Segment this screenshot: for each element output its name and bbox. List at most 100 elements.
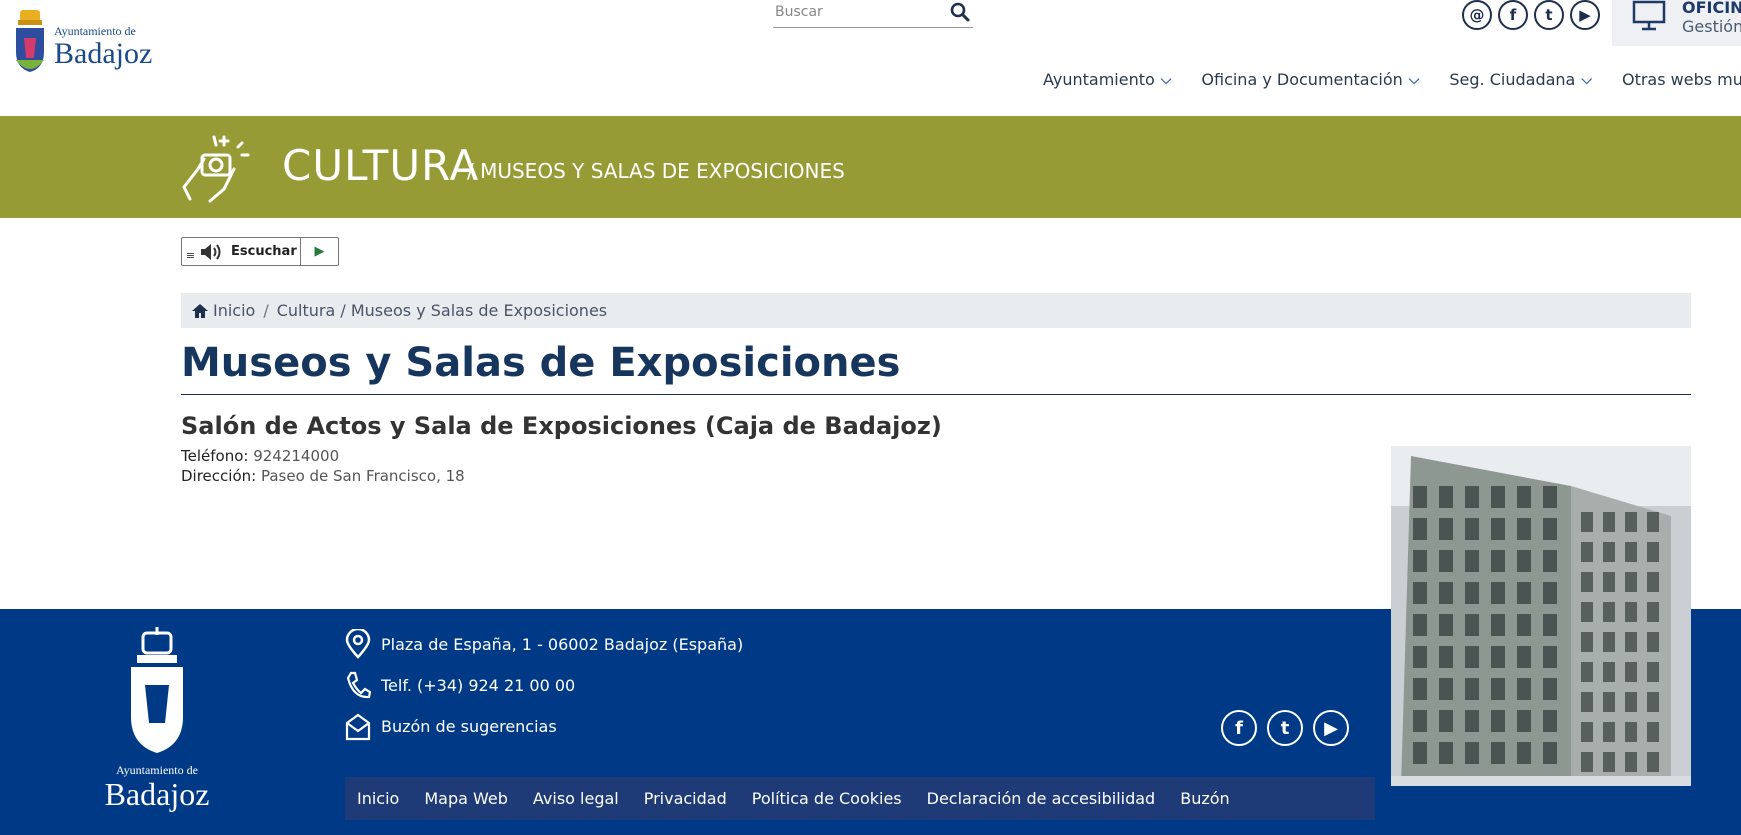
venue-title: Salón de Actos y Sala de Exposiciones (C… <box>181 412 942 440</box>
search-input[interactable] <box>773 0 943 24</box>
youtube-icon[interactable]: ▶ <box>1570 0 1600 30</box>
main-nav: Ayuntamiento ⌵ Oficina y Documentación ⌵… <box>1043 70 1741 89</box>
page-title: Museos y Salas de Exposiciones <box>181 340 901 386</box>
window <box>1581 632 1593 652</box>
window <box>1647 722 1659 742</box>
window <box>1491 614 1505 636</box>
window <box>1647 662 1659 682</box>
window <box>1413 614 1427 636</box>
window <box>1647 572 1659 592</box>
email-icon[interactable]: @ <box>1462 0 1492 30</box>
facebook-icon[interactable]: f <box>1498 0 1528 30</box>
footer-link-mapa-web[interactable]: Mapa Web <box>424 789 508 808</box>
window <box>1465 582 1479 604</box>
window <box>1543 550 1557 572</box>
phone-icon <box>346 671 371 699</box>
window <box>1517 678 1531 700</box>
search-icon[interactable] <box>949 1 971 23</box>
window <box>1581 722 1593 742</box>
window <box>1413 486 1427 508</box>
window <box>1413 646 1427 668</box>
twitter-icon[interactable]: t <box>1267 710 1303 746</box>
address-row: Dirección: Paseo de San Francisco, 18 <box>181 467 465 485</box>
breadcrumb-home[interactable]: Inicio <box>213 301 255 320</box>
menu-icon[interactable]: ≡ <box>182 238 199 265</box>
window <box>1625 602 1637 622</box>
breadcrumb-current[interactable]: Cultura / Museos y Salas de Exposiciones <box>277 301 607 320</box>
nav-item-ayuntamiento[interactable]: Ayuntamiento ⌵ <box>1043 70 1171 89</box>
footer-link-cookies[interactable]: Política de Cookies <box>752 789 902 808</box>
oficina-title: OFICINA <box>1682 0 1741 17</box>
listen-label: Escuchar <box>231 244 297 259</box>
footer-link-inicio[interactable]: Inicio <box>357 789 399 808</box>
window <box>1439 550 1453 572</box>
window <box>1647 602 1659 622</box>
logo-big-text: Badajoz <box>54 36 153 70</box>
footer-mailbox[interactable]: Buzón de sugerencias <box>345 711 557 741</box>
window <box>1465 710 1479 732</box>
window <box>1491 518 1505 540</box>
window <box>1517 582 1531 604</box>
window <box>1517 646 1531 668</box>
footer-links: Inicio Mapa Web Aviso legal Privacidad P… <box>345 777 1375 820</box>
window <box>1603 722 1615 742</box>
window <box>1465 486 1479 508</box>
window <box>1581 572 1593 592</box>
window <box>1543 742 1557 764</box>
breadcrumb: Inicio / Cultura / Museos y Salas de Exp… <box>181 293 1691 328</box>
social-links-footer: f t ▶ <box>1221 710 1349 746</box>
window <box>1465 742 1479 764</box>
chevron-down-icon: ⌵ <box>1160 71 1172 88</box>
window <box>1465 678 1479 700</box>
youtube-icon[interactable]: ▶ <box>1313 710 1349 746</box>
window <box>1543 710 1557 732</box>
window <box>1517 518 1531 540</box>
footer-link-buzon[interactable]: Buzón <box>1180 789 1229 808</box>
site-logo[interactable]: Ayuntamiento de Badajoz <box>12 6 162 76</box>
banner-title: CULTURA <box>282 141 480 190</box>
footer-phone: Telf. (+34) 924 21 00 00 <box>345 670 575 700</box>
twitter-icon[interactable]: t <box>1534 0 1564 30</box>
speaker-icon <box>201 243 221 260</box>
window <box>1647 692 1659 712</box>
window <box>1625 662 1637 682</box>
coat-of-arms-icon <box>131 627 183 753</box>
monitor-icon <box>1632 0 1666 31</box>
nav-item-label: Otras webs municip <box>1621 70 1741 89</box>
address-label: Dirección: <box>181 467 257 485</box>
facebook-icon[interactable]: f <box>1221 710 1257 746</box>
oficina-virtual-button[interactable]: OFICINA Gestión <box>1612 0 1741 46</box>
window <box>1603 512 1615 532</box>
window <box>1517 614 1531 636</box>
nav-item-oficina[interactable]: Oficina y Documentación ⌵ <box>1201 70 1419 89</box>
window <box>1413 582 1427 604</box>
footer-logo-big: Badajoz <box>104 776 210 812</box>
listen-widget[interactable]: ≡ Escuchar ▶ <box>181 237 339 266</box>
nav-item-seguridad[interactable]: Seg. Ciudadana ⌵ <box>1449 70 1592 89</box>
window <box>1491 678 1505 700</box>
window <box>1491 582 1505 604</box>
window <box>1581 512 1593 532</box>
location-pin-icon <box>345 629 371 659</box>
window <box>1543 678 1557 700</box>
footer-address: Plaza de España, 1 - 06002 Badajoz (Espa… <box>345 629 743 659</box>
window <box>1439 646 1453 668</box>
address-value: Paseo de San Francisco, 18 <box>260 467 465 485</box>
window <box>1465 646 1479 668</box>
footer-link-accesibilidad[interactable]: Declaración de accesibilidad <box>927 789 1156 808</box>
window <box>1603 602 1615 622</box>
window <box>1647 632 1659 652</box>
window <box>1625 632 1637 652</box>
window <box>1647 752 1659 772</box>
window <box>1517 742 1531 764</box>
window <box>1543 518 1557 540</box>
footer-link-privacidad[interactable]: Privacidad <box>644 789 727 808</box>
search-box <box>773 0 973 28</box>
nav-item-otras-webs[interactable]: Otras webs municip <box>1622 70 1741 89</box>
play-icon[interactable]: ▶ <box>300 238 338 265</box>
footer-link-aviso-legal[interactable]: Aviso legal <box>533 789 619 808</box>
home-icon <box>192 303 208 318</box>
window <box>1439 710 1453 732</box>
window <box>1465 518 1479 540</box>
window <box>1581 662 1593 682</box>
